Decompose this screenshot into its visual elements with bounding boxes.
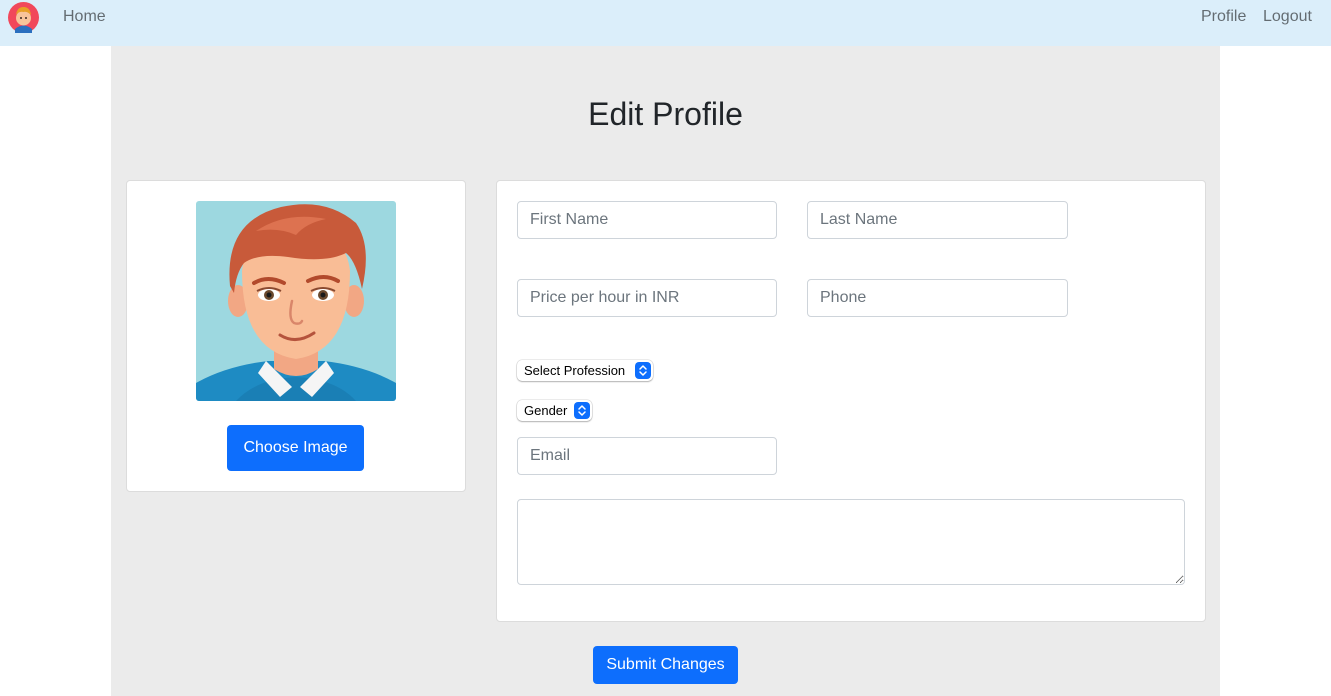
top-navbar: Home Profile Logout — [0, 0, 1331, 46]
submit-changes-button[interactable]: Submit Changes — [593, 646, 738, 684]
profession-select[interactable]: Select Profession — [517, 360, 653, 381]
gender-select-value: Gender — [524, 403, 568, 418]
cartoon-man-avatar-icon — [196, 201, 396, 401]
phone-input[interactable] — [807, 279, 1068, 317]
main-container: Edit Profile Choose Image First Name Las… — [111, 46, 1220, 696]
nav-profile-link[interactable]: Profile — [1201, 8, 1246, 26]
first-name-input[interactable] — [517, 201, 777, 239]
bio-textarea[interactable] — [517, 499, 1185, 585]
nav-home-link[interactable]: Home — [63, 8, 106, 26]
nav-logout-link[interactable]: Logout — [1263, 8, 1312, 26]
profile-form-card: Select Profession Gender — [496, 180, 1206, 622]
page-title: Edit Profile — [588, 96, 743, 132]
profile-avatar-image — [196, 201, 396, 401]
price-per-hour-input[interactable] — [517, 279, 777, 317]
email-input[interactable] — [517, 437, 777, 475]
choose-image-button[interactable]: Choose Image — [227, 425, 364, 471]
select-chevron-icon — [635, 362, 651, 379]
avatar-logo-icon[interactable] — [8, 2, 39, 33]
last-name-input[interactable] — [807, 201, 1068, 239]
gender-select[interactable]: Gender — [517, 400, 592, 421]
profession-select-value: Select Profession — [524, 363, 626, 378]
avatar-card: Choose Image — [126, 180, 466, 492]
select-chevron-icon — [574, 402, 590, 419]
